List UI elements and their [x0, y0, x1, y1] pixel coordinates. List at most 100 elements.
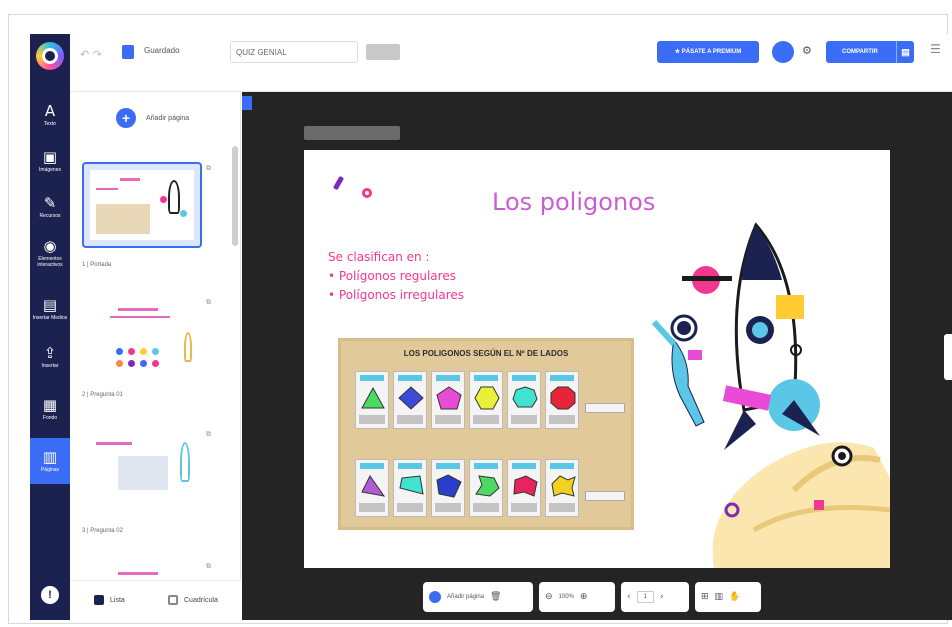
- zoom-level[interactable]: 100%: [559, 594, 574, 600]
- rail-item-background[interactable]: ▦ Fondo: [30, 386, 70, 432]
- polygon-card: [469, 459, 503, 517]
- left-tool-rail: A Texto ▣ Imágenes ✎ Recursos ◉ Elemento…: [30, 34, 70, 620]
- rail-item-interactive[interactable]: ◉ Elementos interactivos: [30, 230, 70, 276]
- saved-status: Guardado: [144, 46, 180, 55]
- user-avatar[interactable]: [772, 41, 794, 63]
- background-icon: ▦: [42, 396, 58, 414]
- copy-page-icon[interactable]: ⧉: [206, 562, 211, 571]
- polygon-card: [393, 371, 427, 429]
- add-page-button[interactable]: + Añadir página: [116, 108, 189, 128]
- tab-grid-label: Cuadrícula: [184, 596, 218, 604]
- tab-grid[interactable]: Cuadrícula: [168, 595, 218, 605]
- copy-page-icon[interactable]: ⧉: [206, 164, 211, 173]
- polygon-card: [393, 459, 427, 517]
- save-icon[interactable]: [122, 45, 134, 59]
- page-thumbnail-1[interactable]: [82, 162, 202, 248]
- polygon-card: [545, 459, 579, 517]
- polygon-card: [469, 371, 503, 429]
- thumbnail-label: 1 | Portada: [82, 262, 112, 268]
- rail-label: Páginas: [40, 467, 60, 473]
- menu-icon[interactable]: ☰: [930, 42, 941, 56]
- text-icon: A: [44, 102, 56, 120]
- image-icon: ▣: [42, 148, 58, 166]
- top-toolbar: ↶ ↷ Guardado QUIZ GENIAL ★ PÁSATE A PREM…: [70, 34, 952, 92]
- pages-view-tabs: Lista Cuadrícula: [70, 580, 241, 620]
- rail-item-pages[interactable]: ▥ Páginas: [30, 438, 70, 484]
- polygon-card: [431, 371, 465, 429]
- polygon-card: [545, 371, 579, 429]
- slide-body-text[interactable]: Se clasifican en : Polígonos regulares P…: [328, 248, 464, 305]
- rail-label: Fondo: [42, 415, 58, 421]
- gear-icon[interactable]: ⚙: [802, 44, 812, 57]
- next-page-icon[interactable]: ›: [660, 592, 664, 602]
- bullet-item: Polígonos irregulares: [328, 286, 464, 305]
- copy-page-icon[interactable]: ⧉: [206, 430, 211, 439]
- rail-item-text[interactable]: A Texto: [30, 92, 70, 138]
- slide-title[interactable]: Los poligonos: [492, 188, 655, 216]
- rail-label: Elementos interactivos: [37, 256, 63, 268]
- zoom-in-icon[interactable]: ⊕: [580, 592, 588, 602]
- rail-item-images[interactable]: ▣ Imágenes: [30, 138, 70, 184]
- polygons-board-image[interactable]: LOS POLIGONOS SEGÚN EL Nº DE LADOS: [338, 338, 634, 530]
- trash-icon[interactable]: 🗑: [490, 592, 501, 602]
- slide[interactable]: Los poligonos Se clasifican en : Polígon…: [304, 150, 890, 568]
- prev-page-icon[interactable]: ‹: [627, 592, 631, 602]
- irregular-tag: [585, 491, 625, 501]
- thumbnail-label: 2 | Pregunta 01: [82, 392, 123, 398]
- rail-label: Recursos: [39, 213, 61, 219]
- grid-icon: [168, 595, 178, 605]
- decoration-line: [332, 175, 345, 191]
- copy-page-icon[interactable]: ⧉: [206, 298, 211, 307]
- page-navigator: ‹ 1 ›: [621, 582, 689, 612]
- rail-label: Insertar Medios: [32, 315, 68, 321]
- thumbnail-label: 3 | Pregunta 02: [82, 528, 123, 534]
- view-controls: ⊞ ▥ ✋: [695, 582, 761, 612]
- polygon-card: [507, 459, 541, 517]
- grid-view-icon[interactable]: ⊞: [701, 592, 709, 602]
- pages-icon: ▥: [42, 448, 58, 466]
- rail-item-resources[interactable]: ✎ Recursos: [30, 184, 70, 230]
- undo-redo-icon[interactable]: ↶ ↷: [80, 48, 102, 61]
- share-button[interactable]: COMPARTIR ▤: [826, 41, 914, 63]
- page-thumbnail-2[interactable]: [82, 296, 202, 382]
- media-icon: ▤: [42, 296, 58, 314]
- title-tag[interactable]: [366, 44, 400, 60]
- share-label: COMPARTIR: [842, 49, 878, 55]
- share-options-icon[interactable]: ▤: [896, 41, 914, 63]
- rail-item-media[interactable]: ▤ Insertar Medios: [30, 286, 70, 332]
- interactive-icon: ◉: [43, 237, 57, 255]
- polygon-card: [507, 371, 541, 429]
- upload-icon: ⇪: [43, 344, 57, 362]
- bottom-add-page-label: Añadir página: [447, 594, 485, 600]
- rail-item-insert[interactable]: ⇪ Insertar: [30, 334, 70, 380]
- canvas-corner-marker: [242, 96, 252, 110]
- pages-panel: + Añadir página ⧉ 1 | Portada ⧉ 2 | Preg…: [70, 92, 241, 620]
- tab-list[interactable]: Lista: [94, 595, 125, 605]
- board-title: LOS POLIGONOS SEGÚN EL Nº DE LADOS: [403, 349, 569, 358]
- rail-label: Texto: [44, 121, 56, 127]
- app-logo[interactable]: [36, 42, 64, 70]
- add-page-icon: [429, 591, 441, 603]
- editor-canvas[interactable]: Los poligonos Se clasifican en : Polígon…: [242, 92, 952, 620]
- add-page-label: Añadir página: [146, 114, 190, 122]
- side-handle[interactable]: [944, 334, 952, 380]
- page-thumbnail-3[interactable]: [82, 428, 202, 514]
- go-premium-button[interactable]: ★ PÁSATE A PREMIUM: [657, 41, 759, 63]
- hand-icon[interactable]: ✋: [729, 592, 740, 602]
- columns-view-icon[interactable]: ▥: [715, 592, 724, 602]
- polygon-card: [431, 459, 465, 517]
- resources-icon: ✎: [43, 194, 57, 212]
- regular-tag: [585, 403, 625, 413]
- slide-page-label: [304, 126, 400, 140]
- project-title-input[interactable]: QUIZ GENIAL: [230, 41, 358, 63]
- help-icon[interactable]: !: [41, 586, 59, 604]
- page-number-input[interactable]: 1: [636, 591, 654, 603]
- bottom-add-page[interactable]: Añadir página 🗑: [423, 582, 533, 612]
- slide-intro: Se clasifican en :: [328, 250, 430, 264]
- polygon-card: [355, 459, 389, 517]
- pages-scrollbar[interactable]: [232, 146, 238, 246]
- zoom-out-icon[interactable]: ⊖: [545, 592, 553, 602]
- rocket-astronaut-illustration[interactable]: [644, 210, 890, 568]
- rail-label: Imágenes: [39, 167, 61, 173]
- tab-list-label: Lista: [110, 596, 125, 604]
